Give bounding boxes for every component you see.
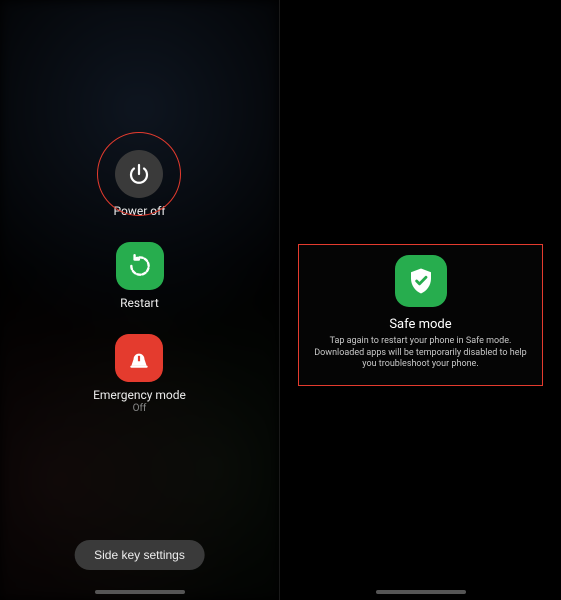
power-menu: Power off Restart bbox=[0, 0, 279, 600]
safe-mode-title: Safe mode bbox=[389, 317, 451, 332]
restart-icon bbox=[116, 242, 164, 290]
emergency-label: Emergency mode bbox=[93, 388, 186, 402]
emergency-mode-button[interactable]: Emergency mode Off bbox=[93, 334, 186, 414]
nav-handle[interactable] bbox=[95, 590, 185, 594]
safe-mode-button[interactable] bbox=[395, 255, 447, 307]
shield-check-icon bbox=[406, 266, 436, 296]
safe-mode-card: Safe mode Tap again to restart your phon… bbox=[298, 244, 543, 386]
restart-label: Restart bbox=[120, 296, 159, 310]
nav-handle[interactable] bbox=[376, 590, 466, 594]
emergency-sublabel: Off bbox=[133, 403, 147, 414]
restart-button[interactable]: Restart bbox=[116, 242, 164, 310]
safe-mode-description: Tap again to restart your phone in Safe … bbox=[309, 336, 532, 371]
power-off-button[interactable]: Power off bbox=[114, 150, 166, 218]
power-menu-screen: Power off Restart bbox=[0, 0, 280, 600]
safe-mode-screen: Safe mode Tap again to restart your phon… bbox=[280, 0, 561, 600]
emergency-icon bbox=[115, 334, 163, 382]
side-key-label: Side key settings bbox=[94, 548, 185, 562]
side-key-settings-button[interactable]: Side key settings bbox=[74, 540, 205, 570]
power-off-label: Power off bbox=[114, 204, 166, 218]
power-icon bbox=[115, 150, 163, 198]
screenshot-pair: Power off Restart bbox=[0, 0, 561, 600]
